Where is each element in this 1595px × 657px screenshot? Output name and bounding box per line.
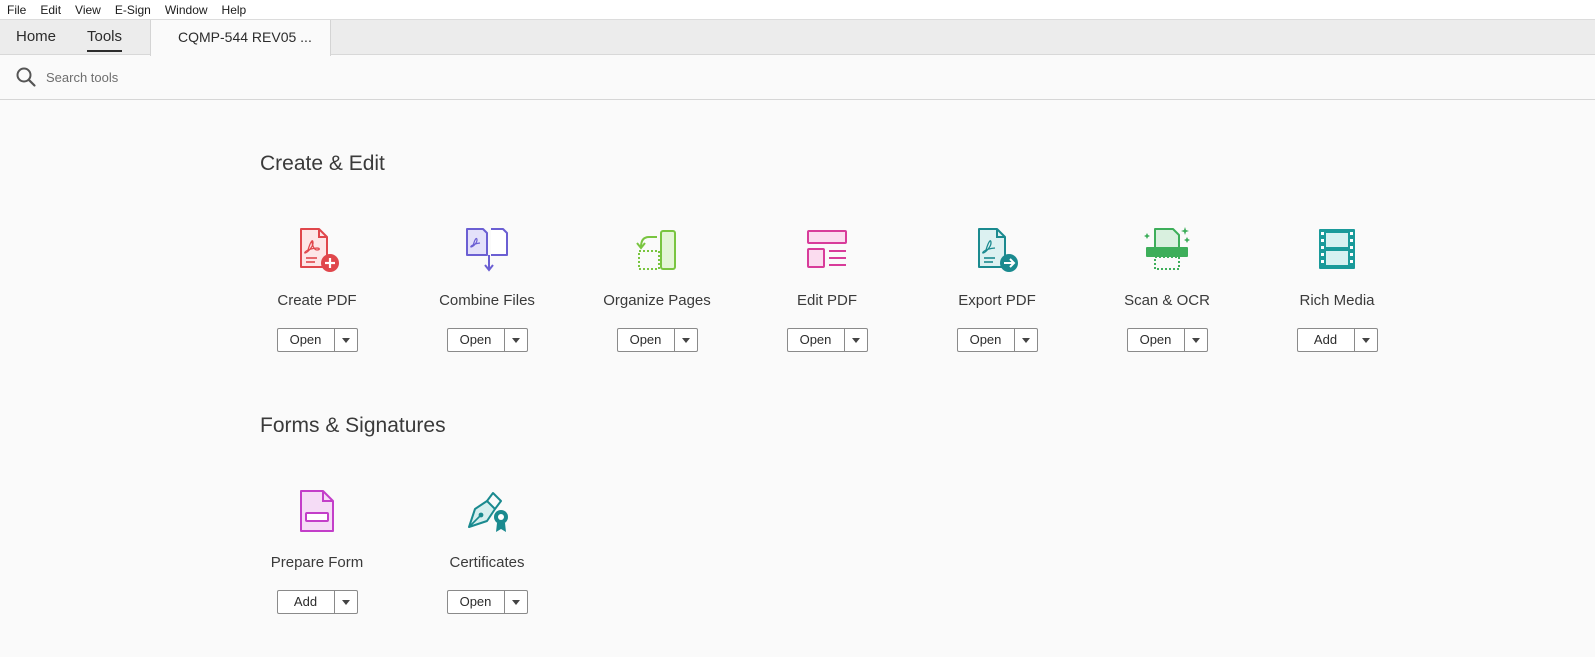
dropdown-button[interactable]	[505, 591, 527, 613]
tool-export-pdf: Export PDF Open	[912, 225, 1082, 352]
open-button[interactable]: Open	[788, 329, 845, 351]
chevron-down-icon	[511, 337, 520, 343]
chevron-down-icon	[341, 599, 350, 605]
add-button-group: Add	[276, 590, 358, 614]
section-title-forms-signatures: Forms & Signatures	[260, 414, 446, 437]
tool-create-pdf: Create PDF Open	[232, 225, 402, 352]
tab-home[interactable]: Home	[16, 20, 56, 55]
open-button[interactable]: Open	[448, 591, 505, 613]
dropdown-button[interactable]	[335, 591, 357, 613]
dropdown-button[interactable]	[335, 329, 357, 351]
menu-esign[interactable]: E-Sign	[115, 3, 151, 17]
tool-scan-ocr: Scan & OCR Open	[1082, 225, 1252, 352]
menu-file[interactable]: File	[7, 3, 26, 17]
dropdown-button[interactable]	[845, 329, 867, 351]
tab-bar: Home Tools CQMP-544 REV05 ...	[0, 19, 1595, 56]
menu-help[interactable]: Help	[222, 3, 247, 17]
menu-edit[interactable]: Edit	[40, 3, 61, 17]
combine-files-icon	[466, 228, 508, 272]
chevron-down-icon	[1021, 337, 1030, 343]
dropdown-button[interactable]	[1015, 329, 1037, 351]
dropdown-button[interactable]	[1185, 329, 1207, 351]
chevron-down-icon	[511, 599, 520, 605]
tool-label: Create PDF	[277, 292, 357, 309]
rich-media-icon	[1319, 229, 1355, 269]
prepare-form-icon	[300, 490, 334, 532]
menu-view[interactable]: View	[75, 3, 101, 17]
open-button-group: Open	[956, 328, 1038, 352]
tool-label: Combine Files	[439, 292, 535, 309]
certificates-icon	[468, 492, 508, 532]
tool-prepare-form: Prepare Form Add	[232, 487, 402, 614]
open-button-group: Open	[446, 328, 528, 352]
menu-bar: File Edit View E-Sign Window Help	[0, 0, 1595, 19]
search-bar	[0, 55, 1595, 100]
tool-label: Export PDF	[958, 292, 1036, 309]
menu-window[interactable]: Window	[165, 3, 208, 17]
dropdown-button[interactable]	[505, 329, 527, 351]
chevron-down-icon	[851, 337, 860, 343]
open-button[interactable]: Open	[1128, 329, 1185, 351]
organize-pages-icon	[636, 230, 676, 270]
open-button-group: Open	[276, 328, 358, 352]
tool-organize-pages: Organize Pages Open	[572, 225, 742, 352]
search-icon	[16, 67, 36, 87]
chevron-down-icon	[681, 337, 690, 343]
export-pdf-icon	[978, 228, 1018, 272]
create-pdf-icon	[300, 228, 339, 272]
tool-label: Certificates	[449, 554, 525, 571]
open-button-group: Open	[1126, 328, 1208, 352]
tool-label: Prepare Form	[270, 554, 364, 571]
chevron-down-icon	[341, 337, 350, 343]
search-input[interactable]	[46, 69, 346, 85]
tool-certificates: Certificates Open	[402, 487, 572, 614]
add-button-group: Add	[1296, 328, 1378, 352]
dropdown-button[interactable]	[1355, 329, 1377, 351]
tool-label: Rich Media	[1299, 292, 1375, 309]
tab-tools[interactable]: Tools	[87, 20, 123, 55]
chevron-down-icon	[1361, 337, 1370, 343]
add-button[interactable]: Add	[1298, 329, 1355, 351]
scan-ocr-icon	[1144, 227, 1190, 270]
section-title-create-edit: Create & Edit	[260, 152, 385, 175]
tool-edit-pdf: Edit PDF Open	[742, 225, 912, 352]
open-button[interactable]: Open	[618, 329, 675, 351]
open-button-group: Open	[786, 328, 868, 352]
open-button[interactable]: Open	[278, 329, 335, 351]
tool-combine-files: Combine Files Open	[402, 225, 572, 352]
tool-label: Scan & OCR	[1124, 292, 1210, 309]
open-button[interactable]: Open	[958, 329, 1015, 351]
open-button-group: Open	[446, 590, 528, 614]
tool-label: Organize Pages	[603, 292, 711, 309]
add-button[interactable]: Add	[278, 591, 335, 613]
document-tab[interactable]: CQMP-544 REV05 ...	[150, 20, 331, 56]
open-button[interactable]: Open	[448, 329, 505, 351]
chevron-down-icon	[1191, 337, 1200, 343]
dropdown-button[interactable]	[675, 329, 697, 351]
open-button-group: Open	[616, 328, 698, 352]
tool-label: Edit PDF	[796, 292, 857, 309]
edit-pdf-icon	[807, 230, 847, 268]
tool-rich-media: Rich Media Add	[1252, 225, 1422, 352]
